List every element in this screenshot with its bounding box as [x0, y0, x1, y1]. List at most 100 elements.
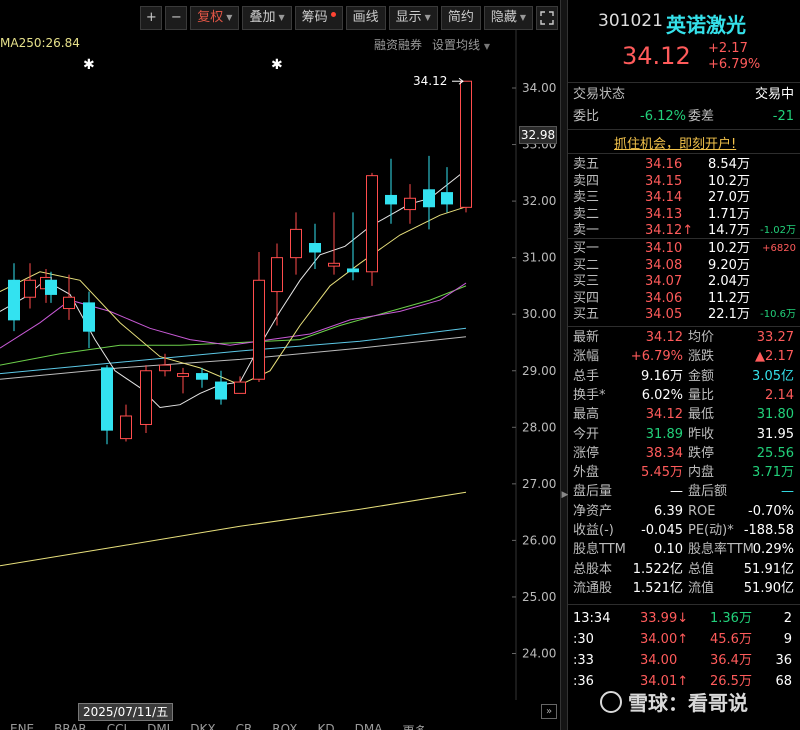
- overlay-dropdown[interactable]: 叠加 ▼: [242, 6, 292, 30]
- notification-dot: [330, 11, 336, 17]
- y-tick-label: 34.00: [522, 81, 556, 95]
- divider: [568, 82, 800, 83]
- candle-down: [385, 194, 397, 205]
- bid-level-label: 买三: [573, 274, 600, 289]
- stat-label: PE(动)*: [688, 523, 734, 538]
- bid-level-row: 买四 34.06 11.2万: [568, 290, 800, 308]
- ask-level-row: 卖三 34.14 27.0万: [568, 189, 800, 207]
- indicator-tab[interactable]: KD: [308, 722, 345, 730]
- bid-price: 34.07: [645, 274, 683, 289]
- indicator-tab[interactable]: DKX: [180, 722, 225, 730]
- stock-code: 301021: [598, 11, 663, 31]
- pane-divider-handle[interactable]: ▶: [560, 0, 568, 730]
- stat-value: —: [670, 484, 683, 500]
- stat-value: 2.14: [765, 387, 794, 403]
- indicator-tab[interactable]: DMA: [345, 722, 393, 730]
- draw-line-button[interactable]: 画线: [345, 6, 386, 30]
- stock-name[interactable]: 英诺激光: [666, 9, 746, 38]
- candle-down: [45, 279, 57, 295]
- margin-trading-link[interactable]: 融资融券: [374, 36, 422, 53]
- chip-distribution-button[interactable]: 筹码: [294, 6, 343, 30]
- stat-value: 34.12: [645, 330, 683, 345]
- ma250-line: [0, 491, 467, 567]
- indicator-tab[interactable]: ROX: [262, 722, 307, 730]
- crosshair-date-label: 2025/07/11/五: [78, 703, 174, 721]
- tick-price: 33.99↓: [640, 611, 689, 626]
- candle-up: [271, 257, 283, 293]
- stat-value: —: [781, 484, 794, 500]
- stat-row: 涨停 38.34 跌停 25.56: [568, 445, 800, 463]
- ma20-line: [0, 282, 467, 349]
- stat-value: 34.12: [645, 407, 683, 423]
- indicator-tab[interactable]: CR: [226, 722, 263, 730]
- stat-label: 跌停: [688, 445, 715, 461]
- y-tick-label: 31.00: [522, 251, 556, 265]
- candle-up: [177, 373, 189, 377]
- simple-mode-button[interactable]: 简约: [440, 6, 481, 30]
- ask-level-label: 卖四: [573, 173, 600, 189]
- stat-label: 股息TTM: [573, 542, 626, 558]
- stat-value: -0.045: [641, 523, 683, 538]
- stat-value: 3.71万: [752, 465, 794, 481]
- tick-row: :33 34.00 36.4万 36: [568, 652, 800, 670]
- stat-label: 涨停: [573, 445, 600, 461]
- kline-chart-pane[interactable]: 34.00 33.00 32.00 31.00 30.00 29.00 28.00 27.00…: [0, 0, 560, 730]
- stat-label: 最新: [573, 330, 600, 345]
- indicator-tab[interactable]: BRAR: [44, 722, 97, 730]
- indicator-tab[interactable]: DMI: [137, 722, 180, 730]
- stat-value: 31.89: [645, 426, 683, 442]
- divider: [568, 238, 800, 239]
- event-star-icon: ✱: [271, 57, 283, 73]
- stat-label: 流值: [688, 580, 715, 596]
- bid-price: 34.08: [645, 257, 683, 273]
- display-dropdown[interactable]: 显示 ▼: [388, 6, 438, 30]
- divider: [568, 129, 800, 130]
- candle-down: [347, 268, 359, 273]
- watermark-text: 雪球：看哥说: [628, 691, 748, 715]
- ask-volume: 8.54万: [708, 157, 750, 172]
- stat-row: 盘后量 — 盘后额 —: [568, 483, 800, 501]
- stat-value: 51.90亿: [743, 580, 794, 596]
- open-account-promo-link[interactable]: 抓住机会，即刻开户!: [614, 133, 736, 152]
- zoom-in-button[interactable]: +: [140, 6, 163, 30]
- ask-price: 34.16: [645, 157, 683, 172]
- bid-price: 34.05: [645, 307, 683, 322]
- candle-down: [215, 381, 227, 400]
- stat-label: 流通股: [573, 580, 613, 596]
- stat-value: 33.27: [756, 330, 794, 345]
- weicha-value: -21: [772, 109, 794, 124]
- stat-value: -188.58: [743, 523, 794, 538]
- expand-right-button[interactable]: »: [541, 704, 557, 719]
- ask-volume: 27.0万: [708, 190, 750, 205]
- current-price-marker: 32.98: [519, 126, 557, 144]
- stat-row: 最高 34.12 最低 31.80: [568, 406, 800, 424]
- xueqiu-watermark: 雪球：看哥说: [600, 687, 748, 716]
- tick-time: 13:34: [573, 611, 611, 626]
- indicator-tab[interactable]: CCI: [97, 722, 137, 730]
- stat-label: 昨收: [688, 426, 715, 442]
- y-tick-label: 28.00: [522, 420, 556, 434]
- draw-line-label: 画线: [352, 10, 379, 25]
- adjust-rights-dropdown[interactable]: 复权 ▼: [190, 6, 240, 30]
- tick-volume: 36.4万: [710, 653, 752, 668]
- expand-icon: [540, 11, 554, 25]
- bid-volume: 9.20万: [708, 257, 750, 273]
- minus-icon: −: [170, 10, 182, 25]
- indicator-tab[interactable]: ENE: [0, 722, 44, 730]
- candle-up: [290, 228, 302, 259]
- hide-dropdown[interactable]: 隐藏 ▼: [483, 6, 533, 30]
- fullscreen-button[interactable]: [536, 6, 558, 30]
- tick-price: 34.00↑: [640, 632, 689, 647]
- set-ma-button[interactable]: 设置均线 ▼: [432, 36, 490, 53]
- stat-value: 31.95: [756, 426, 794, 442]
- bid-price: 34.06: [645, 290, 683, 306]
- stat-row: 外盘 5.45万 内盘 3.71万: [568, 464, 800, 482]
- chevron-down-icon: ▼: [483, 42, 490, 51]
- indicator-tab[interactable]: 更多: [392, 722, 436, 730]
- candle-down: [8, 279, 20, 321]
- event-star-icon: ✱: [83, 57, 95, 73]
- kline-chart[interactable]: 34.0033.0032.0031.0030.0029.0028.0027.00…: [0, 0, 560, 730]
- zoom-out-button[interactable]: −: [165, 6, 188, 30]
- stat-row: 今开 31.89 昨收 31.95: [568, 426, 800, 444]
- stat-label: 内盘: [688, 465, 715, 481]
